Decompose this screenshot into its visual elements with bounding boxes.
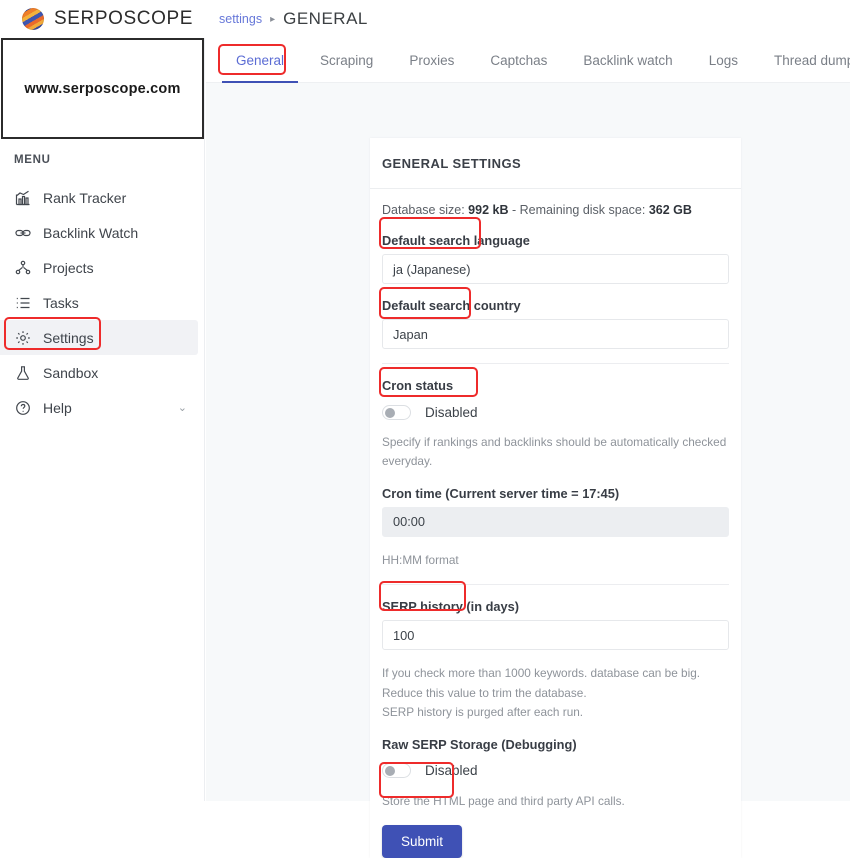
breadcrumb-separator-icon: ▸: [270, 13, 276, 25]
divider-1: [382, 363, 729, 364]
serp-history-help-line1: If you check more than 1000 keywords. da…: [382, 666, 701, 700]
site-domain-text: www.serposcope.com: [24, 80, 181, 97]
brand-name: SERPOSCOPE: [54, 8, 194, 29]
cron-status-label: Cron status: [382, 378, 454, 393]
raw-serp-label: Raw SERP Storage (Debugging): [382, 736, 577, 752]
globe-icon: [22, 8, 44, 30]
chevron-down-icon[interactable]: ⌄: [178, 401, 187, 414]
cron-status-toggle[interactable]: [382, 404, 411, 420]
card-header: GENERAL SETTINGS: [370, 138, 741, 189]
tab-thread-dump[interactable]: Thread dump: [756, 38, 850, 83]
raw-serp-value: Disabled: [425, 763, 478, 779]
sidebar-item-label: Help: [43, 399, 72, 416]
cron-time-value: 00:00: [393, 514, 426, 530]
database-mid-text: - Remaining disk space:: [508, 203, 649, 217]
tab-captchas[interactable]: Captchas: [472, 38, 565, 83]
raw-serp-help: Store the HTML page and third party API …: [382, 793, 625, 808]
cron-status-value: Disabled: [425, 404, 478, 420]
country-value: Japan: [393, 326, 428, 342]
tab-proxies[interactable]: Proxies: [391, 38, 472, 83]
tab-backlink-watch[interactable]: Backlink watch: [565, 38, 690, 83]
settings-content: GENERAL SETTINGS Database size: 992 kB -…: [206, 83, 850, 858]
database-size-prefix: Database size:: [382, 203, 469, 217]
tab-scraping[interactable]: Scraping: [302, 38, 391, 83]
sidebar-item-label: Settings: [43, 329, 94, 346]
tab-logs[interactable]: Logs: [691, 38, 756, 83]
brand-area[interactable]: SERPOSCOPE: [0, 0, 205, 38]
card-title: GENERAL SETTINGS: [382, 155, 522, 171]
sidebar-item-label: Backlink Watch: [43, 224, 139, 241]
cron-status-toggle-row[interactable]: Disabled: [382, 399, 729, 425]
serp-history-input[interactable]: 100: [382, 620, 729, 651]
sidebar-item-tasks[interactable]: Tasks: [0, 285, 205, 320]
sitemap-icon: [14, 259, 31, 276]
breadcrumb: settings ▸ GENERAL: [205, 9, 368, 29]
page-title: GENERAL: [283, 9, 368, 28]
flask-icon: [14, 364, 31, 381]
list-icon: [14, 294, 31, 311]
cron-time-label: Cron time (Current server time = 17:45): [382, 485, 620, 501]
sidebar-item-projects[interactable]: Projects: [0, 250, 205, 285]
cron-time-input[interactable]: 00:00: [382, 506, 729, 537]
sidebar-item-help[interactable]: Help ⌄: [0, 390, 205, 425]
top-bar: SERPOSCOPE settings ▸ GENERAL: [0, 0, 850, 38]
serp-history-help-line2: SERP history is purged after each run.: [382, 705, 584, 720]
submit-button[interactable]: Submit: [382, 825, 463, 858]
sidebar-section-label: MENU: [14, 154, 51, 166]
language-value: ja (Japanese): [393, 261, 471, 277]
serp-history-value: 100: [393, 627, 415, 643]
sidebar-item-label: Tasks: [43, 294, 79, 311]
sidebar-nav: Rank Tracker Backlink Watch Projects Tas…: [0, 180, 205, 425]
sidebar-item-label: Sandbox: [43, 364, 99, 381]
settings-tabs: General Scraping Proxies Captchas Backli…: [206, 38, 850, 83]
breadcrumb-link-settings[interactable]: settings: [219, 12, 262, 26]
sidebar-item-rank-tracker[interactable]: Rank Tracker: [0, 180, 205, 215]
sidebar-item-sandbox[interactable]: Sandbox: [0, 355, 205, 390]
site-domain-annotation-box: www.serposcope.com: [1, 38, 204, 139]
gear-icon: [14, 329, 31, 346]
chart-line-icon: [14, 189, 31, 206]
database-size-value: 992 kB: [468, 203, 509, 217]
disk-space-value: 362 GB: [648, 203, 692, 217]
toggle-knob: [385, 407, 395, 418]
link-icon: [14, 224, 31, 241]
language-label: Default search language: [382, 233, 530, 248]
cron-time-help: HH:MM format: [382, 552, 459, 567]
sidebar-item-label: Rank Tracker: [43, 189, 127, 206]
serp-history-label: SERP history (in days): [382, 599, 520, 615]
country-input[interactable]: Japan: [382, 319, 729, 349]
database-info: Database size: 992 kB - Remaining disk s…: [382, 203, 729, 217]
language-input[interactable]: ja (Japanese): [382, 254, 729, 284]
sidebar: MENU Rank Tracker Backlink Watch Project…: [0, 38, 205, 801]
serp-history-help: If you check more than 1000 keywords. da…: [382, 664, 729, 722]
sidebar-item-backlink-watch[interactable]: Backlink Watch: [0, 215, 205, 250]
question-circle-icon: [14, 399, 31, 416]
toggle-knob: [385, 766, 395, 777]
raw-serp-toggle[interactable]: [382, 763, 411, 779]
sidebar-item-settings[interactable]: Settings: [0, 320, 198, 355]
tab-general[interactable]: General: [218, 38, 302, 83]
sidebar-item-label: Projects: [43, 259, 94, 276]
raw-serp-toggle-row[interactable]: Disabled: [382, 758, 729, 784]
country-label: Default search country: [382, 298, 521, 313]
main-content: General Scraping Proxies Captchas Backli…: [206, 38, 850, 858]
general-settings-card: GENERAL SETTINGS Database size: 992 kB -…: [370, 138, 741, 858]
cron-status-help: Specify if rankings and backlinks should…: [382, 435, 727, 469]
card-body: Database size: 992 kB - Remaining disk s…: [370, 189, 741, 858]
divider-2: [382, 584, 729, 586]
